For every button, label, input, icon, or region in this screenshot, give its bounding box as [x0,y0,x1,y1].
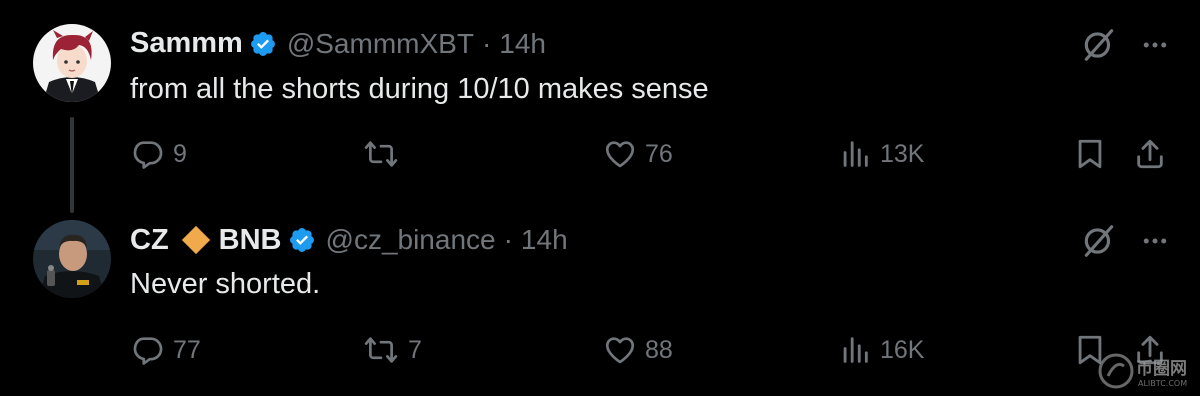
like-icon [605,141,635,168]
reply-icon [133,337,163,365]
share-icon [1137,139,1163,169]
like-button[interactable]: 88 [603,333,673,367]
author-handle[interactable]: @cz_binance [326,224,496,256]
share-button[interactable] [1133,137,1167,171]
repost-button[interactable]: 7 [362,333,422,367]
bookmark-button[interactable] [1073,137,1107,171]
avatar-cz-image [33,220,111,298]
views-count: 13K [880,139,925,168]
like-icon [605,337,635,364]
separator-dot: · [481,27,492,59]
tweet-header: Sammm @SammmXBT · 14h [130,27,546,60]
tweet-text: from all the shorts during 10/10 makes s… [130,73,709,105]
views-button[interactable]: 13K [838,137,924,171]
bnb-diamond-icon [181,225,210,255]
tweet-sammm[interactable]: Sammm @SammmXBT · 14h from all the short… [0,0,1200,213]
repost-icon [364,337,398,363]
more-icon[interactable] [1140,30,1170,60]
tweet-top-actions [1080,26,1170,64]
site-watermark: 币圈网 ALIBTC.COM [1096,350,1200,391]
like-button[interactable]: 76 [603,137,673,171]
grok-icon[interactable] [1080,26,1118,64]
bookmark-icon [1078,139,1102,169]
thread-connector-line [70,117,74,213]
avatar-sammm[interactable] [33,24,111,102]
avatar-sammm-image [33,24,111,102]
author-name[interactable]: Sammm [130,27,243,60]
views-icon [843,141,868,167]
verified-badge-icon[interactable] [288,226,316,254]
repost-count: 7 [408,335,422,364]
tweet-text: Never shorted. [130,268,321,300]
separator-dot: · [503,224,513,255]
more-icon[interactable] [1140,226,1170,256]
reply-count: 9 [173,139,187,168]
like-count: 76 [645,139,673,168]
svg-text:币圈网: 币圈网 [1136,359,1187,379]
tweet-top-actions [1080,222,1170,260]
verified-badge-icon[interactable] [249,30,277,58]
reply-icon [133,141,163,169]
author-name-suffix[interactable]: BNB [219,224,282,257]
watermark-logo: 币圈网 ALIBTC.COM [1098,353,1187,389]
views-count: 16K [880,335,925,364]
reply-count: 77 [173,335,201,364]
views-icon [843,337,868,363]
like-count: 88 [645,335,673,364]
repost-button[interactable] [362,137,408,171]
author-handle[interactable]: @SammmXBT [287,28,474,60]
author-name-prefix[interactable]: CZ [130,224,169,257]
svg-text:ALIBTC.COM: ALIBTC.COM [1138,379,1187,388]
avatar-cz[interactable] [33,220,111,298]
views-button[interactable]: 16K [838,333,924,367]
reply-button[interactable]: 9 [131,137,187,171]
tweet-cz[interactable]: CZ BNB @cz_binance · 14h Never shorted. … [0,200,1200,391]
grok-icon[interactable] [1080,222,1118,260]
reply-button[interactable]: 77 [131,333,201,367]
repost-icon [364,141,398,167]
tweet-header: CZ BNB @cz_binance · 14h [130,223,568,257]
timestamp[interactable]: 14h [499,28,546,60]
timestamp[interactable]: 14h [521,224,568,256]
